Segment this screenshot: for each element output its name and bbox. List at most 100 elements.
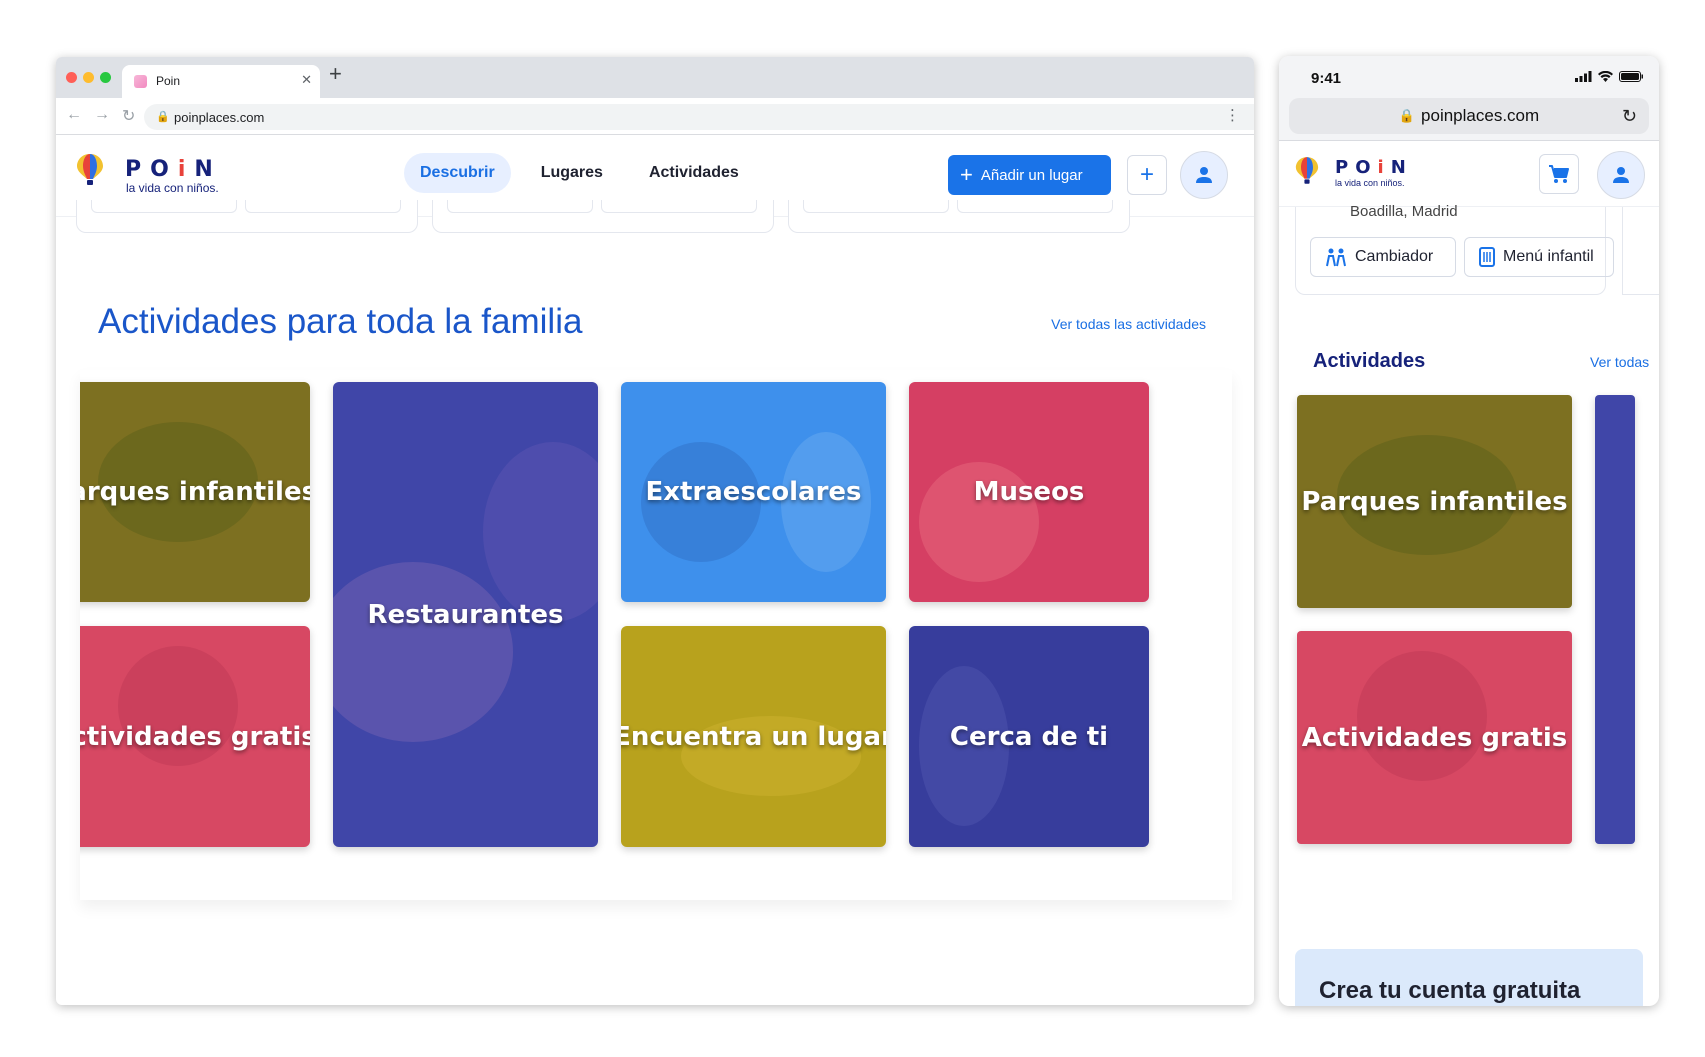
promo-title: Crea tu cuenta gratuita <box>1319 977 1581 1004</box>
mobile-tile-peek[interactable] <box>1595 395 1635 844</box>
see-all-link[interactable]: Ver todas <box>1590 354 1649 370</box>
tagline: la vida con niños. <box>1335 178 1405 188</box>
tile-label: Cerca de ti <box>949 721 1109 752</box>
place-card[interactable] <box>1622 207 1659 295</box>
plus-icon: + <box>960 162 973 187</box>
cart-button[interactable] <box>1539 154 1579 194</box>
close-window-button[interactable] <box>66 72 77 83</box>
mobile-tile-parques-infantiles[interactable]: Parques infantiles <box>1297 395 1572 608</box>
user-account-button[interactable] <box>1180 151 1228 199</box>
tile-label: Museos <box>973 477 1085 507</box>
reload-icon[interactable]: ↻ <box>122 106 135 126</box>
signup-promo[interactable]: Crea tu cuenta gratuita <box>1295 949 1643 1006</box>
cart-icon <box>1549 165 1569 183</box>
status-icons <box>1575 71 1643 82</box>
balloon-logo-icon <box>77 154 103 185</box>
tile-encuentra-un-lugar[interactable]: Encuentra un lugar <box>621 626 886 847</box>
desktop-browser-window: Poin ✕ + ← → ↻ 🔒 poinplaces.com ⋮ POiN l… <box>56 57 1254 1005</box>
add-button[interactable]: + <box>1127 155 1167 195</box>
mobile-address-bar: 🔒 poinplaces.com ↻ <box>1279 96 1659 141</box>
menu-icon <box>1479 247 1495 267</box>
place-location: Boadilla, Madrid <box>1350 203 1458 220</box>
user-account-button[interactable] <box>1597 151 1645 199</box>
forward-icon[interactable]: → <box>94 106 110 126</box>
section-title: Actividades para toda la familia <box>98 302 583 341</box>
changing-table-icon <box>1326 248 1346 267</box>
tab-bar: Poin ✕ + <box>56 57 1254 98</box>
feature-chip <box>447 200 593 213</box>
favicon-icon <box>134 75 147 88</box>
user-icon <box>1613 167 1629 183</box>
chip-label: Menú infantil <box>1503 248 1594 265</box>
tile-label: Actividades gratis <box>80 721 310 752</box>
tile-label: Parques infantiles <box>1301 486 1568 517</box>
tile-label: Encuentra un lugar <box>621 721 886 752</box>
tab-title: Poin <box>156 74 181 88</box>
add-place-button[interactable]: + Añadir un lugar <box>948 155 1111 195</box>
place-card[interactable] <box>788 200 1130 233</box>
brand-name: POiN <box>1335 157 1413 178</box>
minimize-window-button[interactable] <box>83 72 94 83</box>
tile-parques-infantiles[interactable]: Parques infantiles <box>80 382 310 602</box>
nav-descubrir[interactable]: Descubrir <box>404 153 511 193</box>
window-controls <box>66 72 111 83</box>
activities-grid: Parques infantiles Restaurantes Extraesc… <box>80 370 1232 900</box>
battery-icon <box>1619 71 1643 82</box>
tile-cerca-de-ti[interactable]: Cerca de ti <box>909 626 1149 847</box>
tile-museos[interactable]: Museos <box>909 382 1149 602</box>
feature-chip <box>601 200 757 213</box>
url-text: poinplaces.com <box>174 110 265 125</box>
tagline: la vida con niños. <box>126 181 219 195</box>
add-place-label: Añadir un lugar <box>980 166 1083 184</box>
mobile-section-title: Actividades <box>1313 350 1426 372</box>
tile-label: Actividades gratis <box>1301 722 1568 753</box>
chip-menu-infantil[interactable]: Menú infantil <box>1464 237 1614 277</box>
nav-lugares[interactable]: Lugares <box>525 153 619 193</box>
address-bar: ← → ↻ 🔒 poinplaces.com ⋮ <box>56 98 1254 135</box>
mobile-url-text: poinplaces.com <box>1421 106 1540 125</box>
zoom-window-button[interactable] <box>100 72 111 83</box>
tile-photo <box>483 442 598 622</box>
tile-extraescolares[interactable]: Extraescolares <box>621 382 886 602</box>
clock: 9:41 <box>1311 70 1342 87</box>
tile-photo <box>1357 651 1487 781</box>
plus-icon: + <box>1139 161 1154 188</box>
tile-label: Restaurantes <box>367 599 564 630</box>
tile-label: Extraescolares <box>645 477 862 507</box>
mobile-device: 9:41 🔒 poinplaces.com ↻ POiN la vida con… <box>1279 56 1659 1006</box>
browser-menu-icon[interactable]: ⋮ <box>1225 106 1240 124</box>
place-card[interactable] <box>432 200 774 233</box>
feature-chip <box>803 200 949 213</box>
mobile-url-field[interactable]: 🔒 poinplaces.com <box>1289 98 1649 134</box>
browser-tab[interactable]: Poin ✕ <box>122 65 320 98</box>
place-card[interactable] <box>76 200 418 233</box>
brand-name: POiN <box>125 157 222 182</box>
tile-actividades-gratis[interactable]: Actividades gratis <box>80 626 310 847</box>
feature-chip <box>957 200 1113 213</box>
reload-icon[interactable]: ↻ <box>1622 106 1637 127</box>
status-bar: 9:41 <box>1279 56 1659 96</box>
feature-chip <box>245 200 401 213</box>
lock-icon: 🔒 <box>156 111 170 123</box>
signal-icon <box>1575 71 1592 82</box>
back-icon[interactable]: ← <box>66 106 82 126</box>
close-tab-icon[interactable]: ✕ <box>301 72 312 88</box>
wifi-icon <box>1598 71 1613 82</box>
lock-icon: 🔒 <box>1398 108 1416 123</box>
mobile-tile-actividades-gratis[interactable]: Actividades gratis <box>1297 631 1572 844</box>
see-all-activities-link[interactable]: Ver todas las actividades <box>1051 316 1206 332</box>
place-card[interactable]: Boadilla, Madrid Cambiador Menú infantil <box>1295 203 1614 295</box>
nav-arrows: ← → ↻ <box>66 106 135 126</box>
mobile-site-header: POiN la vida con niños. <box>1279 141 1659 207</box>
chip-label: Cambiador <box>1355 248 1434 265</box>
url-field[interactable]: 🔒 poinplaces.com <box>144 104 1254 130</box>
feature-chip <box>91 200 237 213</box>
tile-label: Parques infantiles <box>80 477 310 507</box>
user-icon <box>1196 167 1212 183</box>
nav-actividades[interactable]: Actividades <box>633 153 755 193</box>
tile-restaurantes[interactable]: Restaurantes <box>333 382 598 847</box>
main-nav: Descubrir Lugares Actividades <box>404 153 755 193</box>
chip-cambiador[interactable]: Cambiador <box>1310 237 1456 277</box>
balloon-logo-icon <box>1295 157 1319 184</box>
new-tab-button[interactable]: + <box>329 63 342 85</box>
